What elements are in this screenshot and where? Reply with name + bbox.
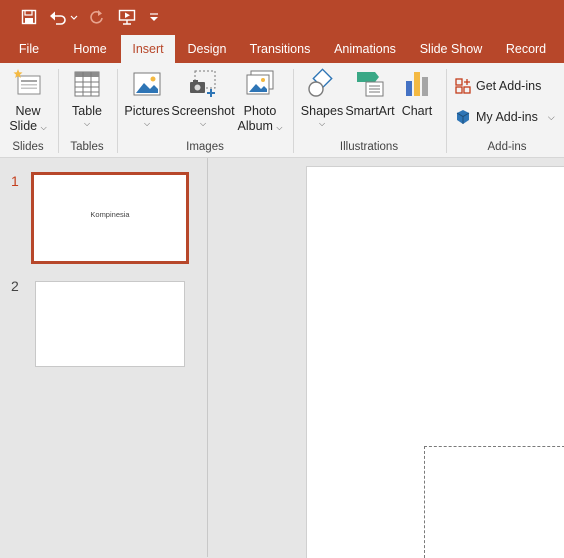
chevron-down-icon: ⌵ [199, 119, 207, 128]
tab-animations[interactable]: Animations [330, 35, 400, 63]
tab-record[interactable]: Record [500, 35, 552, 63]
get-addins-button[interactable]: Get Add-ins [454, 77, 541, 95]
content-placeholder[interactable] [424, 446, 564, 558]
pictures-icon [133, 72, 161, 96]
screenshot-icon [190, 70, 216, 97]
chevron-down-icon: ⌵ [143, 119, 151, 128]
chart-button[interactable]: Chart [396, 68, 438, 119]
slide-thumbnail-selected[interactable]: Kompinesia [31, 172, 189, 264]
chevron-down-icon: ⌵ [83, 119, 91, 128]
slide-number: 1 [11, 173, 19, 189]
table-icon [74, 71, 100, 97]
tab-slide-show[interactable]: Slide Show [418, 35, 484, 63]
shapes-icon [308, 68, 333, 97]
group-divider [117, 69, 118, 153]
photo-album-label-line1: Photo [243, 104, 277, 118]
group-label-addins: Add-ins [487, 141, 527, 153]
title-bar [0, 0, 564, 35]
pictures-button[interactable]: Pictures ⌵ [122, 68, 172, 129]
group-divider [446, 69, 447, 153]
group-divider [58, 69, 59, 153]
my-addins-button[interactable]: My Add-ins ⌵ [454, 108, 555, 126]
my-addins-label: My Add-ins [476, 109, 538, 124]
group-label-slides: Slides [12, 141, 44, 153]
new-slide-label-line1: New [15, 104, 41, 118]
get-addins-label: Get Add-ins [476, 78, 542, 93]
shapes-button[interactable]: Shapes ⌵ [300, 68, 344, 129]
tab-transitions[interactable]: Transitions [246, 35, 314, 63]
pictures-label: Pictures [124, 104, 170, 118]
tab-file[interactable]: File [10, 35, 48, 63]
smartart-icon [357, 72, 384, 97]
group-divider [293, 69, 294, 153]
group-label-images: Images [186, 141, 224, 153]
photo-album-icon [246, 70, 274, 95]
screenshot-label: Screenshot [171, 104, 235, 118]
smartart-label: SmartArt [345, 104, 395, 118]
customize-qat-icon[interactable] [146, 6, 162, 28]
table-button[interactable]: Table ⌵ [62, 68, 112, 129]
undo-icon[interactable] [48, 6, 80, 28]
group-label-tables: Tables [70, 141, 104, 153]
screenshot-button[interactable]: Screenshot ⌵ [171, 68, 235, 129]
redo-icon[interactable] [86, 6, 108, 28]
ribbon: New Slide ⌵ Slides Table ⌵ Tables Pictur… [0, 63, 564, 158]
slide-thumbnail-pane: 1 Kompinesia 2 [0, 158, 207, 557]
my-addins-icon [456, 110, 470, 124]
shapes-label: Shapes [300, 104, 344, 118]
slide-thumbnail[interactable] [35, 281, 185, 367]
chevron-down-icon[interactable]: ⌵ [548, 110, 555, 125]
chevron-down-icon: ⌵ [276, 123, 283, 132]
new-slide-label-line2: Slide [9, 119, 38, 133]
tab-home[interactable]: Home [66, 35, 114, 63]
chart-label: Chart [401, 104, 433, 118]
slide-number: 2 [11, 278, 19, 294]
chart-icon [406, 72, 428, 96]
get-addins-icon [455, 78, 471, 94]
smartart-button[interactable]: SmartArt [344, 68, 396, 119]
slide-thumbnail-title: Kompinesia [90, 210, 130, 219]
group-label-illustrations: Illustrations [339, 141, 399, 153]
photo-album-button[interactable]: Photo Album ⌵ [232, 68, 288, 135]
save-icon[interactable] [18, 6, 40, 28]
chevron-down-icon: ⌵ [318, 119, 326, 128]
present-from-start-icon[interactable] [116, 6, 138, 28]
tab-design[interactable]: Design [183, 35, 231, 63]
photo-album-label-line2: Album [237, 119, 273, 133]
tab-insert[interactable]: Insert [121, 35, 175, 63]
table-label: Table [72, 104, 102, 118]
ribbon-tabs: File Home Insert Design Transitions Anim… [0, 35, 564, 63]
new-slide-icon [13, 69, 41, 95]
new-slide-button[interactable]: New Slide ⌵ [4, 68, 52, 135]
chevron-down-icon: ⌵ [40, 123, 47, 132]
pane-splitter[interactable] [207, 158, 208, 557]
